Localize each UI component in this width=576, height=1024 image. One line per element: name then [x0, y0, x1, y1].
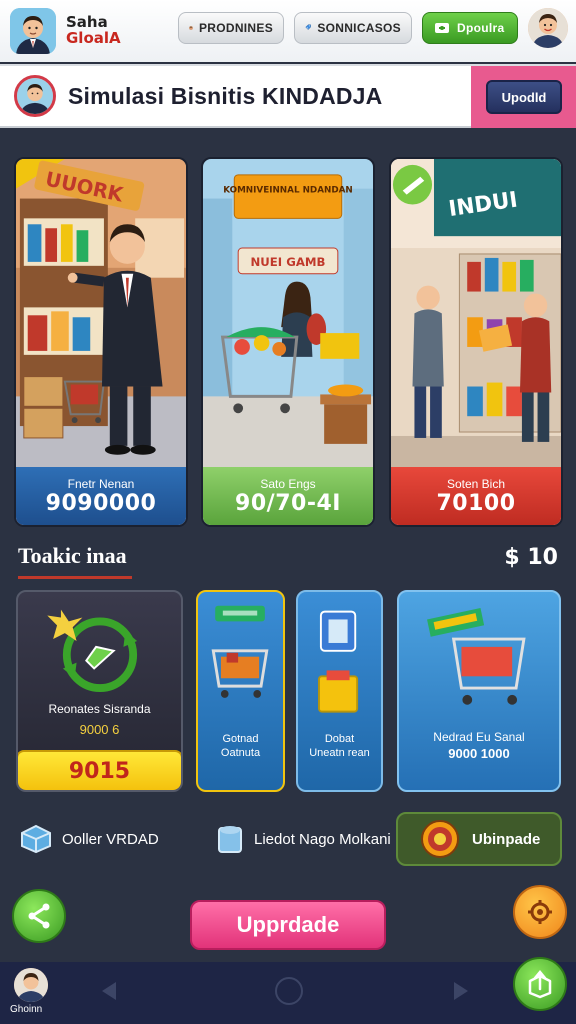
user-face-icon	[14, 968, 48, 1002]
businessman-face-icon	[17, 78, 53, 114]
scene-value: 9090000	[45, 490, 157, 516]
pill-services-label: SONNICASOS	[317, 21, 401, 35]
nav-profile-avatar[interactable]	[14, 968, 48, 1002]
action-collect-label: Ooller VRDAD	[62, 830, 159, 848]
businessman-avatar-icon	[10, 8, 56, 54]
scene-label: Sato Engs	[260, 476, 316, 491]
target-badge-icon	[421, 820, 459, 858]
upgrade-button[interactable]: Upprdade	[190, 900, 386, 950]
item-name: Reonates Sisranda	[48, 702, 151, 716]
crate-icon	[218, 826, 242, 853]
scene-value: 90/70-4I	[235, 490, 341, 516]
ticket-icon	[433, 19, 451, 37]
scene-footer: Soten Bich 70100	[391, 467, 561, 525]
nav-back-icon[interactable]	[100, 980, 118, 1002]
scene-footer: Sato Engs 90/70-4I	[203, 467, 373, 525]
title-banner: Simulasi Bisnitis KINDADJA Upodld	[0, 64, 576, 128]
item-card-refresh[interactable]: Reonates Sisranda 9000 6 9015	[16, 590, 183, 792]
box-upload-icon	[528, 970, 552, 999]
profile-avatar[interactable]	[10, 8, 56, 54]
top-bar: Saha GloalA PRODNINES SONNICASOS Dpoulra	[0, 0, 576, 62]
pill-promo-label: Dpoulra	[457, 21, 505, 35]
item-name: Dobat Uneatn rean	[309, 733, 370, 760]
nav-profile-label: Ghoinn	[10, 1004, 43, 1015]
scene-footer: Fnetr Nenan 9090000	[16, 467, 186, 525]
item-name: Gotnad Oatnuta	[220, 733, 261, 760]
item-name: Nedrad Eu Sanal	[433, 730, 525, 744]
user-face-icon	[528, 8, 568, 48]
person-face-icon	[189, 19, 193, 37]
action-upgrade-panel[interactable]: Ubinpade	[396, 812, 562, 866]
cube-icon	[21, 824, 51, 854]
scene-card-store[interactable]: UUORK Fnetr Nenan 9090000	[14, 157, 188, 527]
inventory-button[interactable]	[513, 957, 567, 1011]
tag-icon	[305, 19, 311, 37]
scene-card-market[interactable]: KOMNIVEINNAL NDANDAN NUEI GAMB Sato Engs…	[201, 157, 375, 527]
section-amount: $ 10	[504, 545, 558, 570]
section-title: Toakic inaa	[18, 543, 127, 568]
section-underline	[18, 576, 132, 579]
item-card-cart[interactable]: Gotnad Oatnuta	[196, 590, 285, 792]
pill-promo-button[interactable]: Dpoulra	[422, 12, 518, 44]
gear-icon	[528, 900, 552, 924]
share-button[interactable]	[12, 889, 66, 943]
action-market-label: Liedot Nago Molkani	[254, 830, 391, 848]
settings-button[interactable]	[513, 885, 567, 939]
scene-subsign-text: NUEI GAMB	[251, 255, 326, 269]
nav-home-button[interactable]	[275, 977, 303, 1005]
scene-value: 70100	[436, 490, 516, 516]
item-price-button[interactable]: 9015	[18, 750, 181, 790]
page-title: Simulasi Bisnitis KINDADJA	[68, 82, 383, 109]
pill-services-button[interactable]: SONNICASOS	[294, 12, 412, 44]
item-value: 9000 1000	[448, 746, 510, 761]
share-icon	[28, 903, 50, 929]
scene-sign-text: KOMNIVEINNAL NDANDAN	[223, 186, 353, 196]
scene-label: Soten Bich	[446, 476, 506, 491]
item-value: 9000 6	[79, 722, 120, 737]
item-card-bigcart[interactable]: Nedrad Eu Sanal 9000 1000	[397, 590, 561, 792]
pill-products-label: PRODNINES	[198, 21, 273, 35]
pill-products-button[interactable]: PRODNINES	[178, 12, 284, 44]
action-upgrade-label: Ubinpade	[472, 830, 541, 848]
scene-label: Fnetr Nenan	[67, 476, 135, 491]
brand: Saha GloalA	[66, 14, 121, 47]
nav-forward-icon[interactable]	[452, 980, 470, 1002]
user-avatar-button[interactable]	[528, 8, 568, 48]
banner-avatar	[14, 75, 56, 117]
action-market[interactable]: Liedot Nago Molkani	[216, 812, 391, 866]
scene-card-bookshop[interactable]: INDUI Soten Bich 70100	[389, 157, 563, 527]
item-card-products[interactable]: Dobat Uneatn rean	[296, 590, 383, 792]
brand-line2: GloalA	[66, 29, 121, 47]
update-button[interactable]: Upodld	[486, 80, 562, 114]
action-collect[interactable]: Ooller VRDAD	[20, 812, 159, 866]
